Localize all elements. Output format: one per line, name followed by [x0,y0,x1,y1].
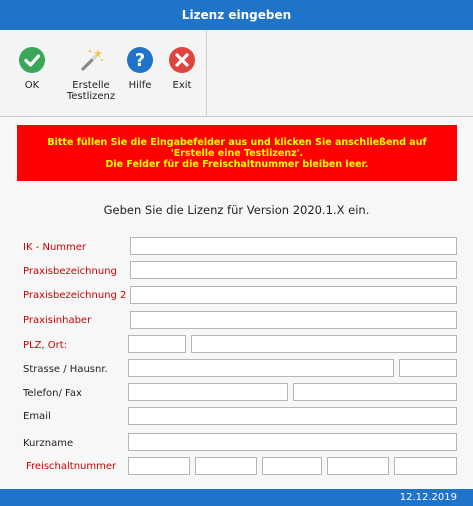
praxisbezeichnung-label: Praxisbezeichnung [23,266,117,277]
praxisbezeichnung2-label: Praxisbezeichnung 2 [23,290,127,301]
magic-wand-icon [81,49,104,71]
window-title: Lizenz eingeben [181,8,292,22]
freischalt-part4-input[interactable] [327,457,389,475]
praxisinhaber-label: Praxisinhaber [23,315,92,326]
toolbar: OK Erstelle Testlizenz ? Hilfe Exit [0,30,473,117]
freischalt-part5-input[interactable] [394,457,457,475]
hausnr-input[interactable] [399,359,457,377]
version-heading: Geben Sie die Lizenz für Version 2020.1.… [103,203,370,217]
exit-button[interactable]: Exit [164,30,200,116]
ok-button[interactable]: OK [12,30,52,116]
exit-button-label: Exit [172,80,192,91]
plz-ort-label: PLZ, Ort: [23,340,68,351]
telefon-input[interactable] [128,383,288,401]
help-button-label: Hilfe [128,80,152,91]
email-input[interactable] [128,407,457,425]
kurzname-label: Kurzname [23,438,74,449]
help-icon: ? [127,47,153,73]
strasse-label: Strasse / Hausnr. [23,364,108,375]
license-dialog: Lizenz eingeben OK Erstelle Testlizenz ?… [0,0,473,506]
email-label: Email [23,411,51,422]
close-icon [169,47,195,73]
praxisbezeichnung-input[interactable] [130,261,457,279]
kurzname-input[interactable] [128,433,457,451]
svg-text:?: ? [135,50,145,71]
ok-button-label: OK [24,80,40,91]
freischalt-part1-input[interactable] [128,457,190,475]
plz-input[interactable] [128,335,186,353]
fax-input[interactable] [293,383,457,401]
freischalt-part2-input[interactable] [195,457,257,475]
telefon-fax-label: Telefon/ Fax [23,388,82,399]
help-button[interactable]: ? Hilfe [122,30,158,116]
praxisbezeichnung2-input[interactable] [130,286,457,304]
ik-nummer-label: IK - Nummer [23,242,87,253]
create-test-license-label: Erstelle Testlizenz [66,80,116,102]
status-bar: 12.12.2019 [0,489,473,506]
check-icon [19,47,45,73]
create-test-license-button[interactable]: Erstelle Testlizenz [64,30,118,116]
freischalt-part3-input[interactable] [262,457,322,475]
strasse-input[interactable] [128,359,394,377]
status-date: 12.12.2019 [399,492,457,503]
praxisinhaber-input[interactable] [130,311,457,329]
ik-nummer-input[interactable] [130,237,457,255]
freischaltnummer-label: Freischaltnummer [26,461,117,472]
instruction-banner: Bitte füllen Sie die Eingabefelder aus u… [17,125,457,181]
toolbar-separator [206,30,207,116]
title-bar: Lizenz eingeben [0,0,473,30]
ort-input[interactable] [191,335,457,353]
